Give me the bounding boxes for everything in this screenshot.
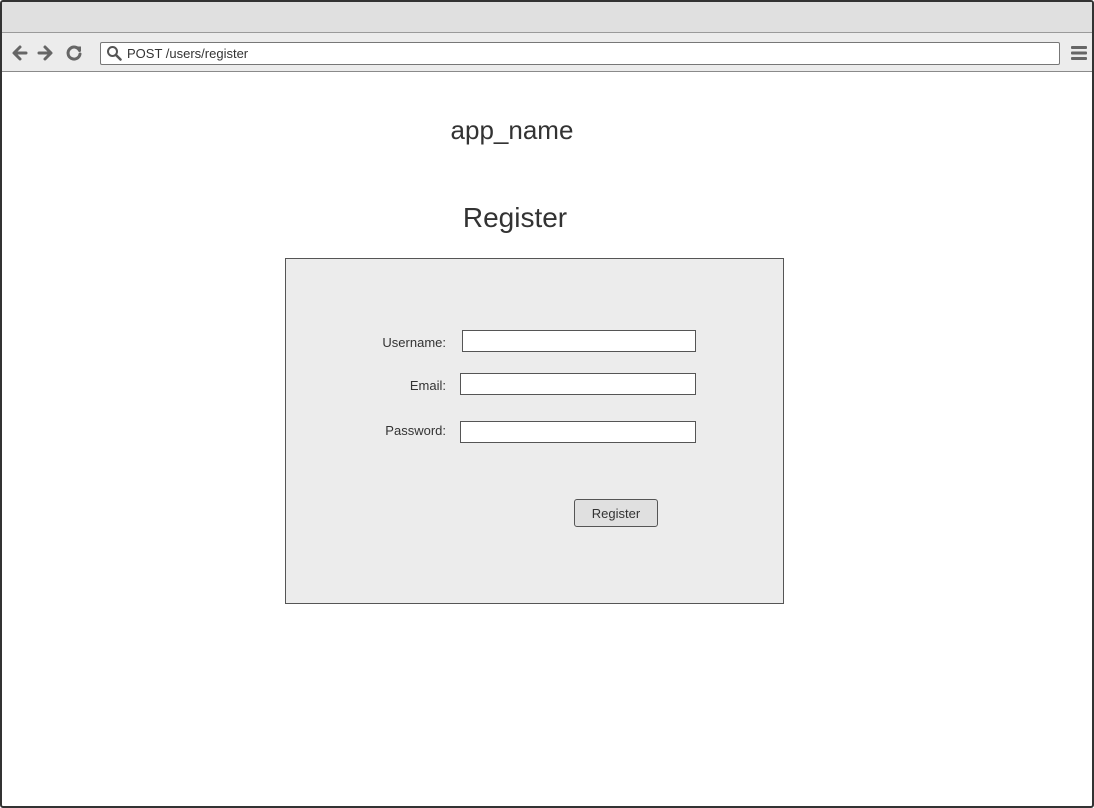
browser-toolbar: POST /users/register xyxy=(2,33,1092,72)
reload-icon[interactable] xyxy=(64,43,84,63)
page-title: Register xyxy=(462,202,568,233)
password-input[interactable] xyxy=(460,421,696,443)
register-form: Username: Email: Password: Register xyxy=(285,258,784,604)
username-input[interactable] xyxy=(462,330,696,352)
email-input[interactable] xyxy=(460,373,696,395)
back-arrow-icon[interactable] xyxy=(10,43,30,63)
app-name: app_name xyxy=(450,115,574,145)
forward-arrow-icon[interactable] xyxy=(35,43,55,63)
email-label: Email: xyxy=(409,378,446,393)
address-url: POST /users/register xyxy=(127,46,249,61)
browser-window: POST /users/register app_name Register U… xyxy=(0,0,1094,808)
menu-icon[interactable] xyxy=(1070,44,1088,62)
search-icon xyxy=(106,45,122,61)
address-bar[interactable]: POST /users/register xyxy=(100,42,1060,65)
username-label: Username: xyxy=(382,335,446,350)
register-button[interactable]: Register xyxy=(574,499,658,527)
window-titlebar xyxy=(2,2,1092,33)
password-label: Password: xyxy=(385,423,446,438)
